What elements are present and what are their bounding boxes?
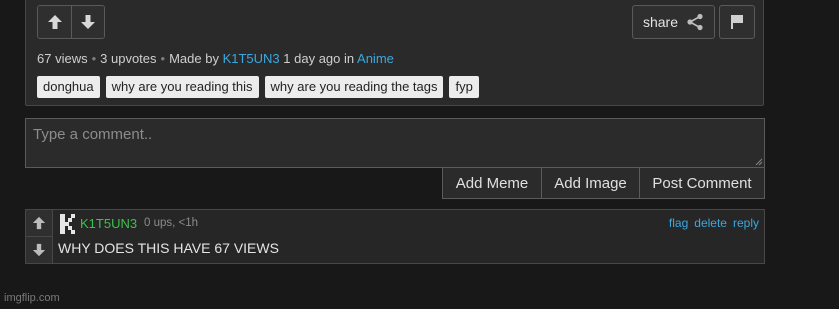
add-image-button[interactable]: Add Image [541,168,639,198]
comment-placeholder: Type a comment.. [33,126,153,143]
arrow-down-icon [81,15,95,29]
post-meta: 67 views • 3 upvotes • Made by K1T5UN3 1 day… [37,51,394,66]
comment-vote-group [26,210,53,263]
comment-actions: Add Meme Add Image Post Comment [442,168,765,199]
add-meme-button[interactable]: Add Meme [443,168,541,198]
tag-why-reading-this[interactable]: why are you reading this [105,76,259,98]
tag-why-reading-tags[interactable]: why are you reading the tags [264,76,444,98]
share-button[interactable]: share [632,5,715,39]
downvote-button[interactable] [71,6,104,38]
upvotes-count: 3 upvotes [100,51,157,66]
post-panel: share 67 views • 3 upvotes • Made by K1T5UN3… [25,0,764,106]
comment-input[interactable]: Type a comment.. [25,118,765,168]
time-label: 1 day ago in [283,51,355,66]
comment-meta: 0 ups, <1h [144,217,199,229]
comment-flag-link[interactable]: flag [669,216,688,230]
comment-delete-link[interactable]: delete [694,216,727,230]
tag-fyp[interactable]: fyp [449,76,479,98]
tag-donghua[interactable]: donghua [37,76,100,98]
share-label: share [642,14,679,30]
views-count: 67 views [37,51,88,66]
flag-button[interactable] [719,5,755,39]
arrow-down-icon [32,243,46,257]
separator-dot: • [160,51,166,66]
arrow-up-icon [47,15,62,29]
comment-downvote-button[interactable] [26,236,52,263]
comment-upvote-button[interactable] [26,210,52,236]
comment-action-links: flag delete reply [669,216,759,230]
imgflip-watermark: imgflip.com [4,292,60,304]
author-link[interactable]: K1T5UN3 [223,51,280,66]
upvote-button[interactable] [38,6,71,38]
arrow-up-icon [32,216,46,230]
resize-grip-icon[interactable] [755,158,763,166]
comment-text: WHY DOES THIS HAVE 67 VIEWS [58,240,279,256]
tag-list: donghua why are you reading this why are… [37,76,479,98]
separator-dot: • [91,51,97,66]
share-icon [687,13,703,31]
post-comment-button[interactable]: Post Comment [639,168,764,198]
flag-icon [731,15,743,29]
comment-username[interactable]: K1T5UN3 [80,216,137,231]
stream-link[interactable]: Anime [357,51,394,66]
comment-item: K1T5UN3 0 ups, <1h flag delete reply WHY… [25,209,765,264]
post-vote-group [37,5,105,39]
avatar-k-icon[interactable] [60,214,78,234]
made-by-label: Made by [169,51,219,66]
comment-reply-link[interactable]: reply [733,216,759,230]
